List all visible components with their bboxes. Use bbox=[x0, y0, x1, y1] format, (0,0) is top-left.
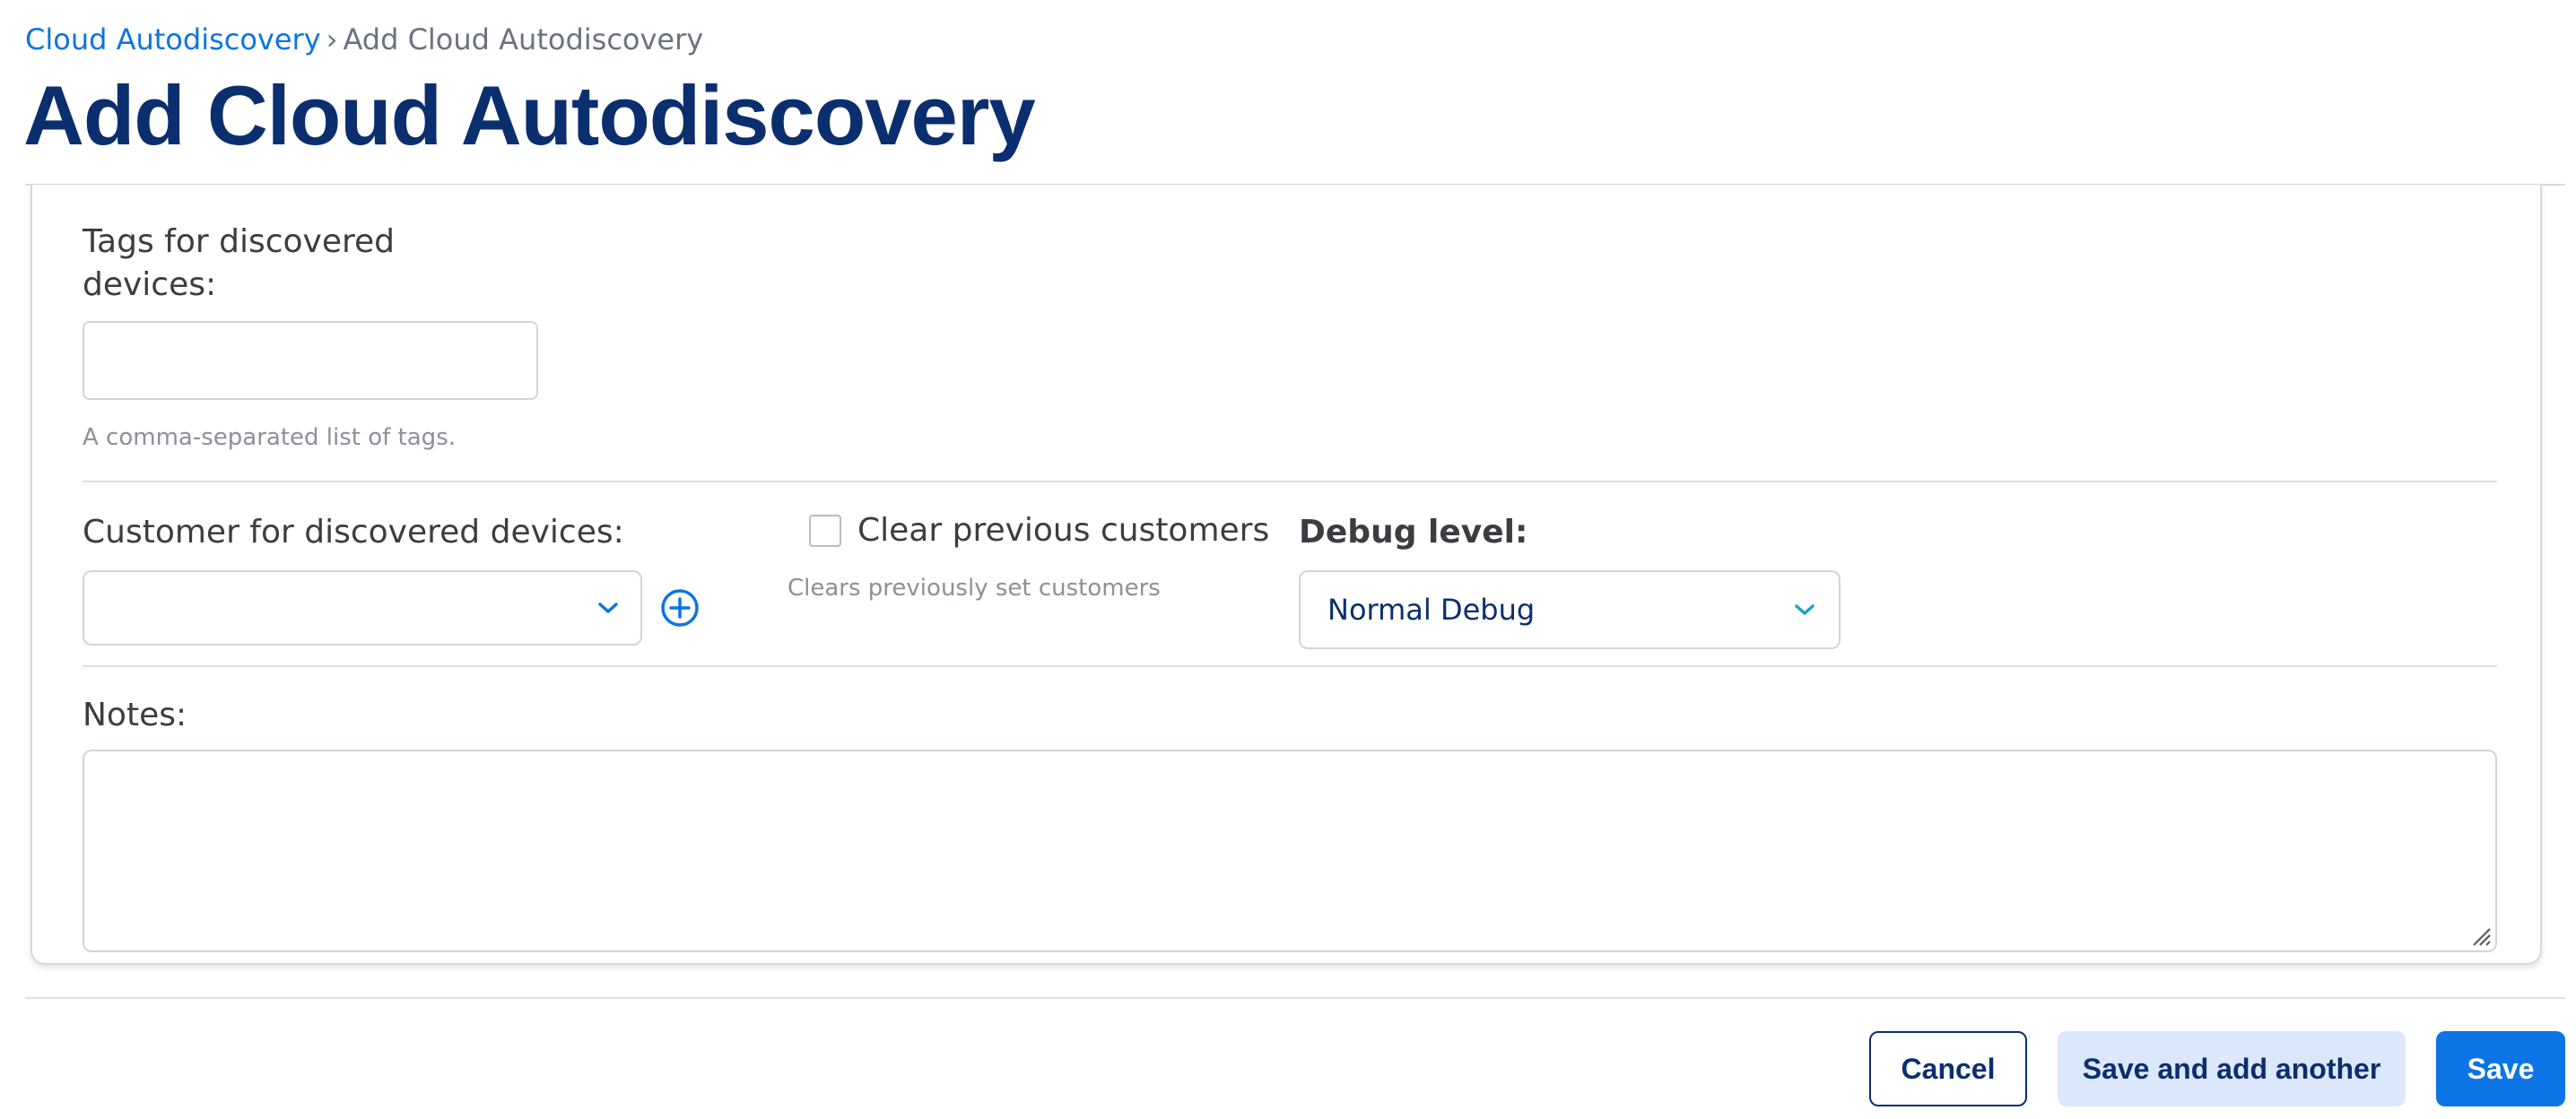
cancel-button[interactable]: Cancel bbox=[1869, 1031, 2027, 1106]
notes-textarea[interactable] bbox=[83, 750, 2497, 952]
save-and-add-another-button[interactable]: Save and add another bbox=[2058, 1031, 2406, 1106]
breadcrumb-separator: › bbox=[326, 22, 338, 56]
page: Cloud Autodiscovery › Add Cloud Autodiscov… bbox=[0, 0, 2576, 1119]
clear-customers-label[interactable]: Clear previous customers bbox=[857, 509, 1269, 552]
breadcrumb: Cloud Autodiscovery › Add Cloud Autodiscov… bbox=[25, 22, 703, 57]
debug-level-select[interactable]: Normal Debug bbox=[1299, 570, 1841, 649]
chevron-down-icon bbox=[598, 603, 618, 613]
breadcrumb-current: Add Cloud Autodiscovery bbox=[343, 22, 704, 56]
chevron-down-icon bbox=[1795, 604, 1815, 615]
notes-label: Notes: bbox=[83, 697, 187, 733]
page-title: Add Cloud Autodiscovery bbox=[23, 68, 1036, 162]
customer-select[interactable] bbox=[83, 570, 642, 646]
debug-level-label: Debug level: bbox=[1299, 514, 1528, 551]
tags-input[interactable] bbox=[83, 321, 538, 400]
section-divider bbox=[83, 665, 2497, 667]
save-button[interactable]: Save bbox=[2436, 1031, 2565, 1106]
footer-divider bbox=[25, 997, 2565, 999]
clear-customers-help-text: Clears previously set customers bbox=[788, 575, 1161, 602]
section-divider bbox=[83, 481, 2497, 482]
debug-level-value: Normal Debug bbox=[1327, 593, 1536, 627]
plus-circle-icon[interactable] bbox=[660, 588, 700, 628]
resize-grip-icon[interactable] bbox=[2468, 924, 2492, 947]
form-card: Tags for discovered devices: A comma-sep… bbox=[30, 185, 2542, 965]
clear-customers-checkbox[interactable] bbox=[809, 515, 841, 547]
tags-help-text: A comma-separated list of tags. bbox=[83, 424, 456, 451]
tags-label: Tags for discovered devices: bbox=[83, 221, 395, 307]
tags-label-line2: devices: bbox=[83, 266, 217, 303]
breadcrumb-link-cloud-autodiscovery[interactable]: Cloud Autodiscovery bbox=[25, 22, 321, 56]
tags-label-line1: Tags for discovered bbox=[83, 223, 395, 260]
customer-label: Customer for discovered devices: bbox=[83, 514, 624, 551]
